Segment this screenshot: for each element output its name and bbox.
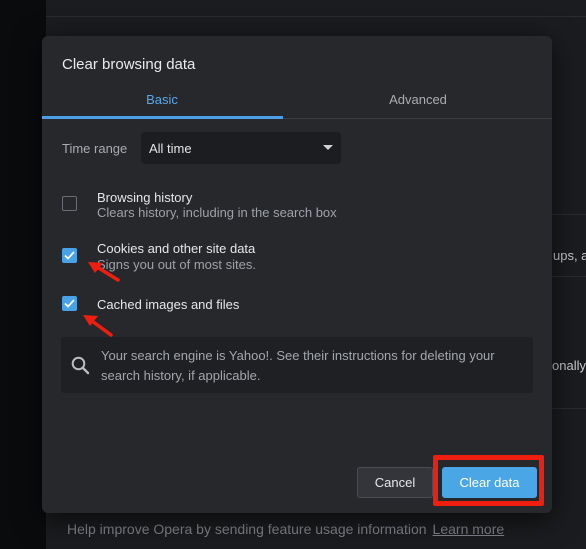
screen: ups, a onally Help improve Opera by send… [0, 0, 586, 549]
learn-more-link[interactable]: Learn more [433, 521, 505, 537]
search-engine-notice: Your search engine is Yahoo!. See their … [61, 337, 533, 393]
search-icon [71, 356, 90, 375]
clear-data-highlight [433, 455, 544, 506]
settings-cutoff-text: ups, a [553, 248, 586, 263]
browsing-history-description: Clears history, including in the search … [97, 205, 337, 220]
time-range-label: Time range [62, 141, 128, 156]
browsing-history-checkbox[interactable] [62, 196, 77, 211]
search-engine-notice-text: Your search engine is Yahoo!. See their … [101, 348, 495, 383]
cached-images-checkbox[interactable] [62, 296, 77, 311]
browsing-history-title: Browsing history [97, 190, 193, 205]
time-range-select[interactable]: All time [141, 132, 341, 164]
settings-row-divider [46, 16, 586, 17]
settings-cutoff-text: onally [552, 358, 586, 373]
checkmark-icon [64, 299, 75, 308]
cookies-checkbox[interactable] [62, 248, 77, 263]
cancel-button[interactable]: Cancel [357, 467, 433, 498]
dialog-title: Clear browsing data [62, 56, 196, 73]
cookies-title: Cookies and other site data [97, 241, 256, 256]
time-range-value: All time [149, 141, 192, 156]
feature-usage-text: Help improve Opera by sending feature us… [67, 521, 427, 537]
tab-advanced[interactable]: Advanced [298, 92, 538, 118]
tab-basic[interactable]: Basic [42, 92, 282, 118]
annotation-arrow [83, 315, 113, 337]
active-tab-indicator [42, 116, 283, 119]
checkmark-icon [64, 251, 75, 260]
feature-usage-setting: Help improve Opera by sending feature us… [67, 521, 504, 537]
annotation-arrow [88, 262, 120, 282]
chevron-down-icon [323, 145, 333, 150]
